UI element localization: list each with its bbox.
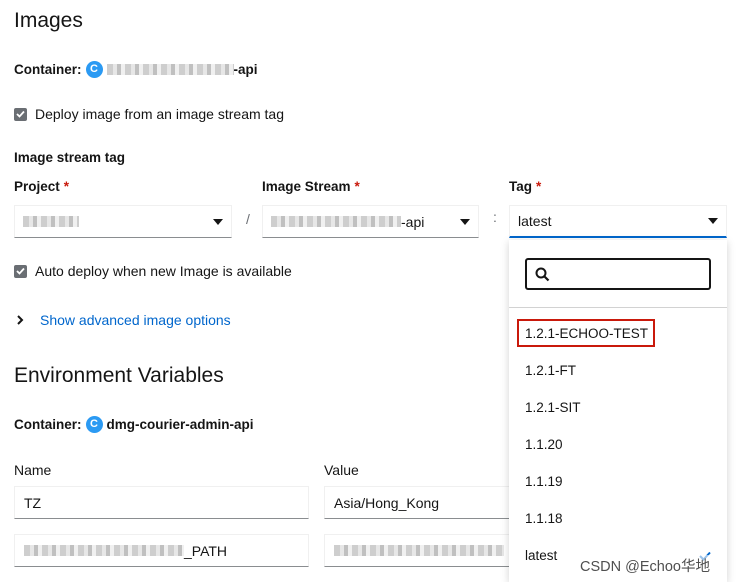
required-mark: * (354, 179, 360, 194)
auto-deploy-checkbox[interactable] (14, 264, 27, 278)
tag-select-value: latest (518, 213, 552, 229)
tag-label-text: Tag (509, 179, 532, 194)
chevron-down-icon (708, 218, 718, 224)
images-container-row: Container: C -api (14, 61, 258, 78)
env-name-input-2[interactable]: _PATH (14, 534, 309, 567)
redacted-env-name-2 (24, 545, 184, 556)
env-value-value-1: Asia/Hong_Kong (334, 494, 440, 511)
container-label: Container: (14, 62, 82, 77)
advanced-options-toggle[interactable]: Show advanced image options (16, 312, 231, 328)
auto-deploy-checkbox-row[interactable]: Auto deploy when new Image is available (14, 263, 292, 279)
image-stream-label-text: Image Stream (262, 179, 351, 194)
chevron-right-icon (17, 315, 24, 325)
redacted-project-value (23, 216, 79, 227)
tag-select[interactable]: latest (509, 205, 727, 238)
auto-deploy-label: Auto deploy when new Image is available (35, 263, 292, 279)
tag-option-selected[interactable]: latest (525, 548, 557, 563)
env-heading: Environment Variables (14, 364, 224, 387)
tag-option[interactable]: 1.1.19 (525, 474, 563, 489)
env-value-input-1[interactable]: Asia/Hong_Kong (324, 486, 514, 519)
project-label: Project * (14, 179, 69, 194)
env-container-label: Container: (14, 417, 82, 432)
advanced-options-link[interactable]: Show advanced image options (40, 312, 231, 328)
container-name-suffix: -api (233, 62, 258, 77)
tag-option[interactable]: 1.1.20 (525, 437, 563, 452)
required-mark: * (63, 179, 70, 194)
image-stream-value-suffix: -api (401, 213, 425, 230)
env-value-header: Value (324, 462, 359, 478)
tag-dropdown-menu: 1.2.1-ECHOO-TEST 1.2.1-FT 1.2.1-SIT 1.1.… (509, 240, 727, 582)
tag-option[interactable]: 1.2.1-ECHOO-TEST (525, 326, 648, 341)
image-stream-label: Image Stream * (262, 179, 360, 194)
env-name-header: Name (14, 462, 52, 478)
separator-slash: / (246, 211, 250, 227)
deploy-image-label: Deploy image from an image stream tag (35, 106, 284, 122)
env-name-suffix-2: _PATH (184, 542, 228, 559)
required-mark: * (536, 179, 542, 194)
separator-colon: : (493, 209, 497, 225)
env-name-input-1[interactable]: TZ (14, 486, 309, 519)
tag-option[interactable]: 1.2.1-SIT (525, 400, 581, 415)
chevron-down-icon (460, 218, 470, 225)
image-stream-tag-label: Image stream tag (14, 150, 126, 165)
deploy-image-checkbox[interactable] (14, 107, 27, 121)
images-heading: Images (14, 9, 83, 32)
redacted-image-stream-value (271, 216, 401, 227)
tag-option[interactable]: 1.1.18 (525, 511, 563, 526)
container-icon: C (85, 416, 103, 433)
container-icon: C (85, 61, 103, 78)
dropdown-divider (509, 307, 727, 308)
tag-search-input[interactable] (525, 258, 711, 290)
redacted-env-value-2 (334, 545, 504, 556)
project-select[interactable] (14, 205, 232, 238)
image-stream-select[interactable]: -api (262, 205, 479, 238)
check-icon (16, 267, 25, 275)
check-icon (16, 110, 25, 118)
env-container-name: dmg-courier-admin-api (106, 417, 254, 432)
search-icon (535, 267, 550, 281)
env-container-row: Container: C dmg-courier-admin-api (14, 416, 254, 433)
watermark: CSDN @Echoo华地 (580, 555, 710, 576)
env-name-value-1: TZ (24, 494, 42, 511)
redacted-container-name (106, 64, 234, 75)
tag-label: Tag * (509, 179, 541, 194)
deploy-image-checkbox-row[interactable]: Deploy image from an image stream tag (14, 106, 284, 122)
project-label-text: Project (14, 179, 60, 194)
env-value-input-2[interactable] (324, 534, 514, 567)
tag-option[interactable]: 1.2.1-FT (525, 363, 576, 378)
chevron-down-icon (213, 218, 223, 225)
